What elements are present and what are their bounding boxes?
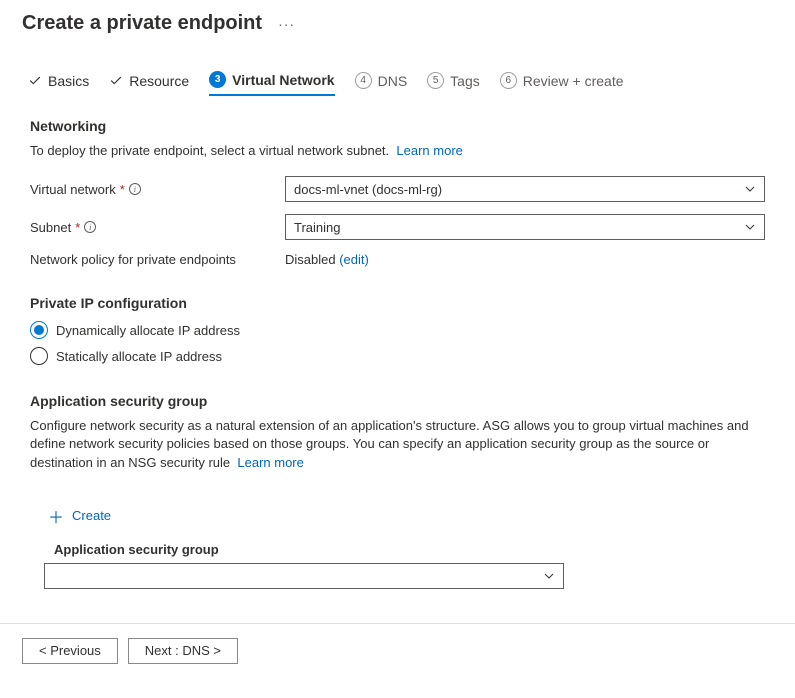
networking-desc-text: To deploy the private endpoint, select a… — [30, 143, 389, 158]
plus-icon: ＋ — [48, 504, 64, 528]
tab-label: Tags — [450, 73, 480, 89]
radio-label: Statically allocate IP address — [56, 349, 222, 364]
create-label: Create — [72, 508, 111, 523]
previous-button[interactable]: < Previous — [22, 638, 118, 664]
create-asg-button[interactable]: ＋ Create — [44, 498, 115, 534]
radio-label: Dynamically allocate IP address — [56, 323, 240, 338]
radio-static-ip[interactable]: Statically allocate IP address — [30, 347, 765, 365]
tab-label: DNS — [378, 73, 408, 89]
subnet-select[interactable]: Training — [285, 214, 765, 240]
edit-link[interactable]: (edit) — [339, 252, 369, 267]
virtual-network-select[interactable]: docs-ml-vnet (docs-ml-rg) — [285, 176, 765, 202]
tab-label: Virtual Network — [232, 72, 334, 88]
asg-heading: Application security group — [30, 393, 765, 409]
required-icon: * — [120, 182, 125, 197]
wizard-tabs: Basics Resource 3 Virtual Network 4 DNS … — [0, 43, 795, 96]
wizard-footer: < Previous Next : DNS > — [0, 623, 795, 678]
info-icon[interactable]: i — [129, 183, 141, 195]
subnet-label: Subnet * i — [30, 220, 285, 235]
asg-select[interactable] — [44, 563, 564, 589]
tab-label: Resource — [129, 73, 189, 89]
check-icon — [109, 74, 123, 88]
select-value: docs-ml-vnet (docs-ml-rg) — [294, 182, 442, 197]
ip-config-heading: Private IP configuration — [30, 295, 765, 311]
radio-icon — [30, 321, 48, 339]
tab-label: Review + create — [523, 73, 624, 89]
tab-virtual-network[interactable]: 3 Virtual Network — [209, 71, 334, 96]
networking-description: To deploy the private endpoint, select a… — [30, 142, 765, 160]
tab-resource[interactable]: Resource — [109, 73, 189, 95]
radio-icon — [30, 347, 48, 365]
learn-more-link[interactable]: Learn more — [396, 143, 462, 158]
step-number-icon: 3 — [209, 71, 226, 88]
required-icon: * — [75, 220, 80, 235]
step-number-icon: 5 — [427, 72, 444, 89]
more-icon[interactable]: ··· — [278, 16, 295, 32]
tab-basics[interactable]: Basics — [28, 73, 89, 95]
check-icon — [28, 74, 42, 88]
networking-heading: Networking — [30, 118, 765, 134]
tab-label: Basics — [48, 73, 89, 89]
tab-review-create[interactable]: 6 Review + create — [500, 72, 624, 95]
radio-dynamic-ip[interactable]: Dynamically allocate IP address — [30, 321, 765, 339]
tab-tags[interactable]: 5 Tags — [427, 72, 480, 95]
asg-description: Configure network security as a natural … — [30, 417, 765, 472]
chevron-down-icon — [543, 570, 555, 582]
network-policy-value: Disabled — [285, 252, 336, 267]
select-value: Training — [294, 220, 340, 235]
page-title: Create a private endpoint — [22, 12, 262, 35]
step-number-icon: 6 — [500, 72, 517, 89]
info-icon[interactable]: i — [84, 221, 96, 233]
chevron-down-icon — [744, 183, 756, 195]
next-button[interactable]: Next : DNS > — [128, 638, 238, 664]
chevron-down-icon — [744, 221, 756, 233]
asg-desc-text: Configure network security as a natural … — [30, 418, 749, 469]
tab-dns[interactable]: 4 DNS — [355, 72, 408, 95]
step-number-icon: 4 — [355, 72, 372, 89]
virtual-network-label: Virtual network * i — [30, 182, 285, 197]
network-policy-label: Network policy for private endpoints — [30, 252, 285, 267]
asg-column-header: Application security group — [54, 542, 765, 557]
ip-config-radio-group: Dynamically allocate IP address Statical… — [30, 321, 765, 365]
learn-more-link[interactable]: Learn more — [237, 455, 303, 470]
